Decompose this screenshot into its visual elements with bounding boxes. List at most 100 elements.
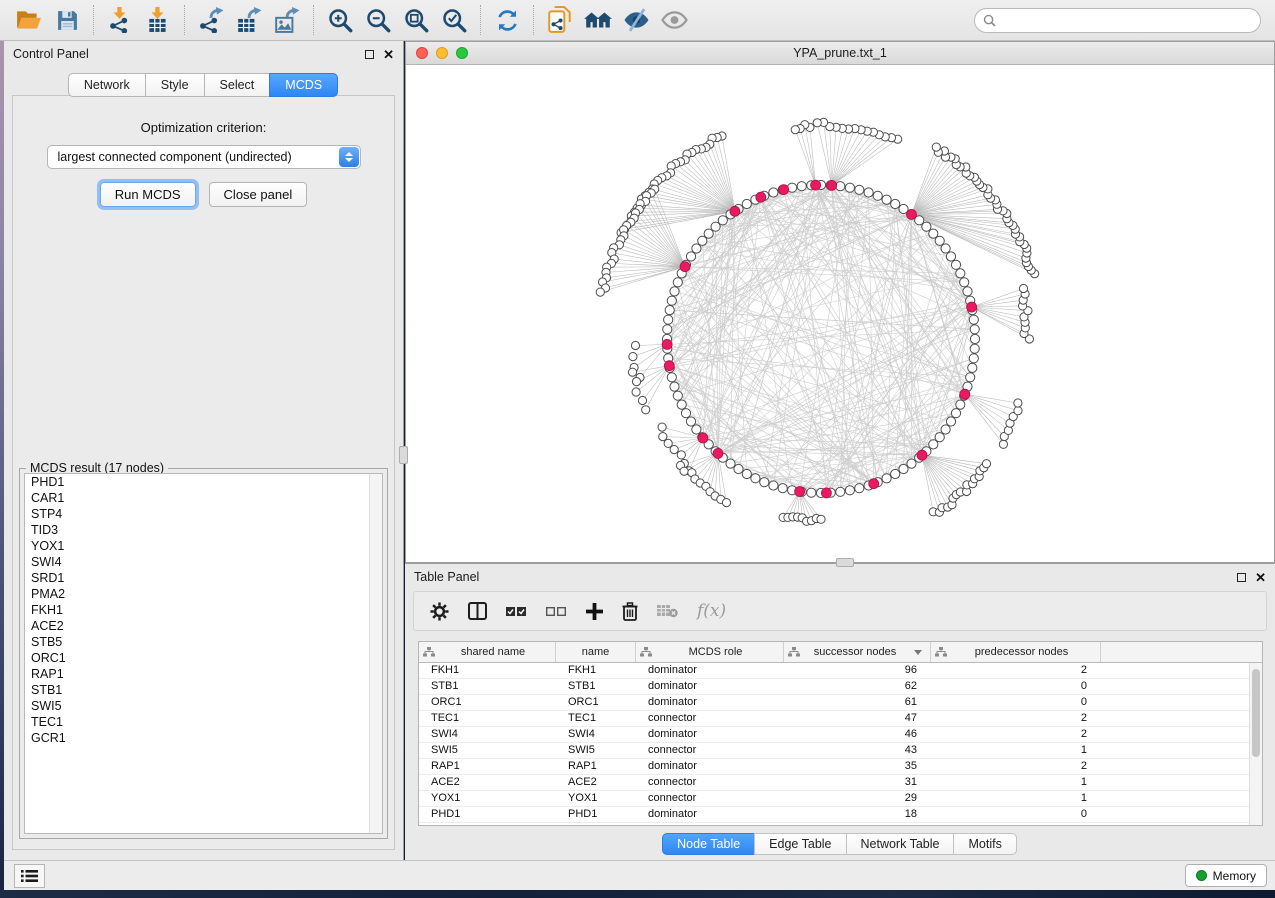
mcds-result-item[interactable]: PMA2: [25, 586, 382, 602]
mcds-result-item[interactable]: ACE2: [25, 618, 382, 634]
show-all-icon[interactable]: [655, 3, 693, 37]
export-image-icon[interactable]: [268, 3, 306, 37]
select-all-rows-icon[interactable]: [506, 605, 527, 618]
mcds-result-item[interactable]: YOX1: [25, 538, 382, 554]
tab-style[interactable]: Style: [145, 73, 205, 97]
column-header-successor-nodes[interactable]: successor nodes: [784, 642, 931, 662]
table-scrollbar-thumb[interactable]: [1252, 669, 1260, 757]
tab-mcds[interactable]: MCDS: [269, 73, 338, 97]
tab-motifs[interactable]: Motifs: [953, 833, 1016, 855]
column-header-MCDS-role[interactable]: MCDS role: [636, 642, 784, 662]
cell-successor_nodes: 29: [784, 791, 931, 806]
close-panel-icon[interactable]: ✕: [1255, 573, 1266, 582]
table-scrollbar[interactable]: [1249, 663, 1262, 825]
close-panel-button[interactable]: Close panel: [209, 182, 308, 207]
table-row[interactable]: ORC1ORC1dominator610: [419, 695, 1262, 711]
mcds-list-scrollbar[interactable]: [369, 474, 382, 833]
mcds-result-list[interactable]: PHD1CAR1STP4TID3YOX1SWI4SRD1PMA2FKH1ACE2…: [24, 473, 383, 834]
mcds-result-item[interactable]: STB5: [25, 634, 382, 650]
tab-select[interactable]: Select: [204, 73, 271, 97]
open-file-icon[interactable]: [10, 3, 48, 37]
table-row[interactable]: RAP1RAP1dominator352: [419, 759, 1262, 775]
float-panel-icon[interactable]: [365, 50, 374, 59]
mcds-result-item[interactable]: SWI5: [25, 698, 382, 714]
table-tabs: Node TableEdge TableNetwork TableMotifs: [405, 833, 1275, 855]
refresh-view-icon[interactable]: [488, 3, 526, 37]
mcds-result-item[interactable]: CAR1: [25, 490, 382, 506]
network-view-titlebar[interactable]: YPA_prune.txt_1: [406, 42, 1274, 65]
clone-network-icon[interactable]: [541, 3, 579, 37]
export-table-icon[interactable]: [230, 3, 268, 37]
table-row[interactable]: FKH1FKH1dominator962: [419, 663, 1262, 679]
node-table: shared namenameMCDS rolesuccessor nodesp…: [418, 641, 1263, 826]
cell-shared_name: PHD1: [419, 807, 556, 822]
column-header-predecessor-nodes[interactable]: predecessor nodes: [931, 642, 1101, 662]
search-input[interactable]: [974, 8, 1261, 33]
export-network-icon[interactable]: [192, 3, 230, 37]
mcds-result-item[interactable]: STB1: [25, 682, 382, 698]
table-row[interactable]: STB1STB1dominator620: [419, 679, 1262, 695]
zoom-selected-icon[interactable]: [435, 3, 473, 37]
table-options-gear-icon[interactable]: [430, 602, 449, 621]
zoom-fit-icon[interactable]: [397, 3, 435, 37]
mcds-result-item[interactable]: TEC1: [25, 714, 382, 730]
close-window-icon[interactable]: [416, 47, 428, 59]
search-container: [974, 8, 1261, 33]
show-panels-list-button[interactable]: [14, 864, 45, 888]
close-panel-icon[interactable]: ✕: [383, 50, 394, 59]
desktop-wallpaper-bottom: [0, 890, 1275, 898]
tab-edge-table[interactable]: Edge Table: [754, 833, 846, 855]
app-window: Control Panel ✕ NetworkStyleSelectMCDS O…: [0, 0, 1275, 898]
first-neighbors-icon[interactable]: [579, 3, 617, 37]
mcds-result-item[interactable]: SWI4: [25, 554, 382, 570]
network-canvas-svg[interactable]: [406, 65, 1274, 562]
cell-name: PHD1: [556, 807, 636, 822]
zoom-in-icon[interactable]: [321, 3, 359, 37]
cell-successor_nodes: 96: [784, 663, 931, 678]
cell-mcds_role: dominator: [636, 695, 784, 710]
deselect-all-rows-icon[interactable]: [546, 605, 567, 618]
mcds-result-item[interactable]: STP4: [25, 506, 382, 522]
delete-column-icon[interactable]: [622, 602, 638, 621]
save-session-icon[interactable]: [48, 3, 86, 37]
horizontal-splitter-handle[interactable]: [836, 558, 854, 567]
table-row[interactable]: ACE2ACE2connector311: [419, 775, 1262, 791]
vertical-splitter-handle[interactable]: [399, 446, 408, 464]
tab-node-table[interactable]: Node Table: [662, 833, 755, 855]
table-row[interactable]: SWI5SWI5connector431: [419, 743, 1262, 759]
tab-network-table[interactable]: Network Table: [846, 833, 955, 855]
table-panel-title: Table Panel: [414, 570, 479, 584]
create-column-icon[interactable]: [586, 603, 603, 620]
cell-shared_name: TEC1: [419, 711, 556, 726]
table-row[interactable]: PHD1PHD1dominator180: [419, 807, 1262, 823]
table-row[interactable]: SWI4SWI4dominator462: [419, 727, 1262, 743]
cell-name: TEC1: [556, 711, 636, 726]
mcds-result-item[interactable]: FKH1: [25, 602, 382, 618]
table-row[interactable]: YOX1YOX1connector291: [419, 791, 1262, 807]
zoom-out-icon[interactable]: [359, 3, 397, 37]
memory-button[interactable]: Memory: [1185, 864, 1267, 887]
mcds-result-item[interactable]: RAP1: [25, 666, 382, 682]
show-columns-icon[interactable]: [468, 602, 487, 620]
table-row[interactable]: TEC1TEC1connector472: [419, 711, 1262, 727]
mcds-result-item[interactable]: GCR1: [25, 730, 382, 746]
mcds-result-item[interactable]: SRD1: [25, 570, 382, 586]
cell-name: SWI4: [556, 727, 636, 742]
column-header-shared-name[interactable]: shared name: [419, 642, 556, 662]
import-network-icon[interactable]: [101, 3, 139, 37]
maximize-window-icon[interactable]: [456, 47, 468, 59]
column-header-name[interactable]: name: [556, 642, 636, 662]
float-panel-icon[interactable]: [1237, 573, 1246, 582]
hide-selected-icon[interactable]: [617, 3, 655, 37]
tab-network[interactable]: Network: [68, 73, 146, 97]
cell-successor_nodes: 18: [784, 807, 931, 822]
mcds-result-item[interactable]: PHD1: [25, 474, 382, 490]
sort-descending-icon[interactable]: [914, 650, 922, 655]
network-canvas[interactable]: [406, 65, 1274, 562]
import-table-icon[interactable]: [139, 3, 177, 37]
criterion-dropdown[interactable]: largest connected component (undirected): [47, 145, 361, 169]
mcds-result-item[interactable]: ORC1: [25, 650, 382, 666]
mcds-result-item[interactable]: TID3: [25, 522, 382, 538]
minimize-window-icon[interactable]: [436, 47, 448, 59]
run-mcds-button[interactable]: Run MCDS: [100, 182, 196, 207]
